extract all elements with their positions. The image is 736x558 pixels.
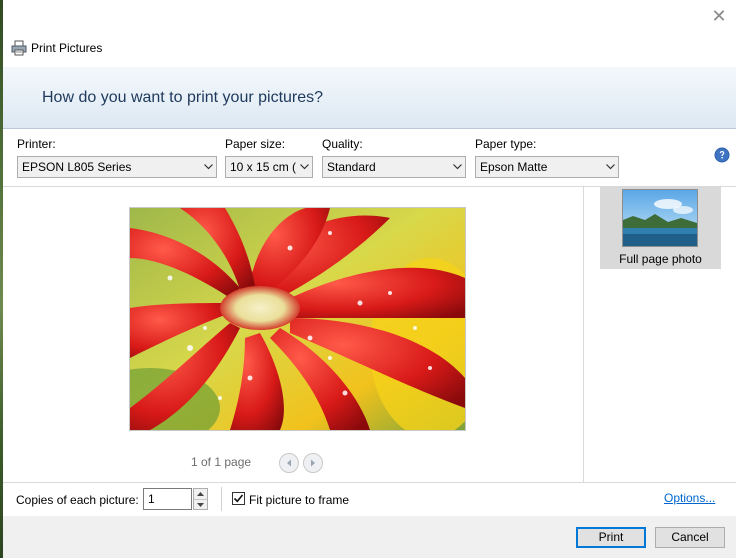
chevron-down-icon: [449, 157, 465, 177]
layout-item-full-page-photo[interactable]: Full page photo: [600, 186, 721, 269]
help-icon[interactable]: [714, 147, 730, 163]
printer-dropdown[interactable]: EPSON L805 Series: [17, 156, 217, 178]
copies-label: Copies of each picture:: [16, 493, 139, 507]
quality-label: Quality:: [322, 137, 363, 151]
fit-picture-label[interactable]: Fit picture to frame: [249, 493, 349, 507]
spin-down-icon[interactable]: [194, 500, 207, 510]
checkmark-icon: [233, 494, 244, 503]
printer-value: EPSON L805 Series: [22, 160, 132, 174]
printer-label: Printer:: [17, 137, 56, 151]
fit-picture-checkbox[interactable]: [232, 492, 245, 505]
previous-page-button[interactable]: [279, 453, 299, 473]
print-pictures-dialog: ✕ Print Pictures How do you want to prin…: [3, 0, 736, 558]
banner-heading: How do you want to print your pictures?: [42, 89, 324, 106]
next-page-button[interactable]: [303, 453, 323, 473]
chevron-down-icon: [602, 157, 618, 177]
options-link[interactable]: Options...: [664, 491, 715, 505]
quality-value: Standard: [327, 160, 376, 174]
title-bar: Print Pictures: [11, 38, 102, 58]
paper-size-value: 10 x 15 cm (4: [230, 160, 296, 174]
paper-size-dropdown[interactable]: 10 x 15 cm (4: [225, 156, 313, 178]
cancel-button[interactable]: Cancel: [655, 527, 725, 548]
copies-input[interactable]: 1: [143, 488, 192, 510]
print-button[interactable]: Print: [576, 527, 646, 548]
quality-dropdown[interactable]: Standard: [322, 156, 466, 178]
printer-icon: [11, 40, 27, 56]
paper-type-label: Paper type:: [475, 137, 537, 151]
spin-up-icon[interactable]: [194, 489, 207, 500]
chevron-down-icon: [200, 157, 216, 177]
page-count: 1 of 1 page: [191, 455, 252, 469]
arrow-right-icon: [311, 459, 315, 467]
close-icon[interactable]: ✕: [708, 6, 730, 28]
layout-label: Full page photo: [619, 252, 702, 266]
paper-size-label: Paper size:: [225, 137, 286, 151]
chevron-down-icon: [296, 157, 312, 177]
divider: [221, 487, 222, 511]
arrow-left-icon: [287, 459, 291, 467]
layout-thumbnail: [622, 189, 698, 247]
window-title: Print Pictures: [31, 41, 103, 55]
paper-type-value: Epson Matte: [480, 160, 548, 174]
photo-preview: [129, 207, 466, 431]
banner: How do you want to print your pictures?: [3, 67, 736, 129]
copies-spinner[interactable]: [193, 488, 208, 510]
paper-type-dropdown[interactable]: Epson Matte: [475, 156, 619, 178]
print-options-row: Printer: EPSON L805 Series Paper size: 1…: [3, 129, 736, 186]
red-gerbera-photo: [130, 208, 465, 430]
